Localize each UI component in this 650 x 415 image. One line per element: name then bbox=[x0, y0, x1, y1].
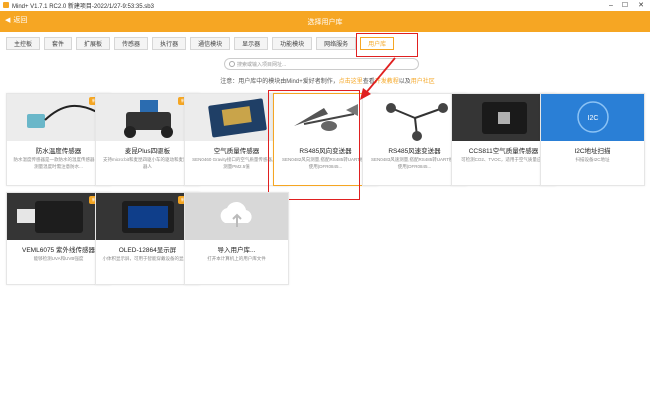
card-name: 麦昆Plus四驱板 bbox=[124, 148, 171, 155]
tab-expansion[interactable]: 扩展板 bbox=[76, 37, 111, 50]
tab-communication[interactable]: 通信模块 bbox=[190, 37, 231, 50]
search-placeholder: 搜索或输入项目网址... bbox=[237, 61, 287, 68]
i2c-circle-icon: I2C bbox=[577, 101, 609, 133]
highlight-box-card bbox=[268, 90, 360, 200]
card-desc: 支持micro:bit和麦昆四驱小车的驱动和麦昆机器人 bbox=[102, 157, 192, 169]
card-desc: 可检测CO2、TVOC，适用于空气质量应用 bbox=[461, 157, 546, 162]
close-icon[interactable]: ✕ bbox=[634, 0, 648, 10]
card-image bbox=[185, 193, 288, 240]
library-card-i2c-scan[interactable]: I2C I2C地址扫描 扫描设备I2C地址 bbox=[540, 93, 645, 186]
card-name: I2C地址扫描 bbox=[574, 148, 611, 155]
card-name: 防水温度传感器 bbox=[35, 148, 82, 155]
card-name: 导入用户库... bbox=[217, 247, 256, 254]
tab-function[interactable]: 功能模块 bbox=[272, 37, 313, 50]
card-desc: 防水温度传感器是一款防水的温度传感器，在测量温度时需注意防水... bbox=[13, 157, 104, 169]
card-desc: 能够检测UVA和UVB强度 bbox=[33, 256, 84, 261]
card-desc: 扫描设备I2C地址 bbox=[575, 157, 610, 162]
library-card-import[interactable]: 导入用户库... 打开本计算机上的用户库文件 bbox=[184, 192, 289, 285]
window-title: Mind+ V1.7.1 RC2.0 新建项目-2022/1/27-9:53:3… bbox=[12, 3, 154, 10]
tab-kits[interactable]: 套件 bbox=[44, 37, 73, 50]
card-desc: 打开本计算机上的用户库文件 bbox=[207, 256, 266, 261]
card-image: I2C bbox=[541, 94, 644, 141]
tab-mainboard[interactable]: 主控板 bbox=[6, 37, 41, 50]
category-tabs: 主控板 套件 扩展板 传感器 执行器 通信模块 显示器 功能模块 网络服务 用户… bbox=[6, 37, 395, 50]
cloud-upload-icon bbox=[220, 201, 252, 227]
tab-network[interactable]: 网络服务 bbox=[316, 37, 357, 50]
notice-and: 以及 bbox=[398, 79, 411, 85]
card-name: CCS811空气质量传感器 bbox=[468, 148, 539, 155]
card-name: OLED-12864显示屏 bbox=[118, 247, 177, 254]
notice-text: 注意：用户库中的模块由Mind+爱好者制作，点击这里查看开发教程以及用户社区 bbox=[150, 76, 505, 85]
tab-actuators[interactable]: 执行器 bbox=[152, 37, 187, 50]
svg-text:I2C: I2C bbox=[588, 115, 599, 122]
app-logo-icon bbox=[3, 2, 9, 8]
card-name: RS485风速变送器 bbox=[388, 148, 441, 155]
minimize-icon[interactable]: – bbox=[604, 0, 618, 10]
page-title: 选择用户库 bbox=[307, 19, 343, 26]
card-desc: 小体积显示屏，可用于智能穿戴设备的显示器 bbox=[102, 256, 193, 261]
card-desc: SEN0483风速测量,搭配RS485转UART模块使用(DFR0845... bbox=[371, 157, 458, 169]
notice-prefix: 注意：用户库中的模块由Mind+爱好者制作， bbox=[220, 79, 339, 85]
tab-sensors[interactable]: 传感器 bbox=[114, 37, 149, 50]
tab-display[interactable]: 显示器 bbox=[234, 37, 269, 50]
card-name: VEML6075 紫外线传感器 bbox=[22, 247, 95, 254]
notice-link-community[interactable]: 用户社区 bbox=[411, 79, 435, 85]
search-icon bbox=[229, 61, 235, 67]
maximize-icon[interactable]: ☐ bbox=[618, 0, 632, 10]
library-header: ◀ 返回 选择用户库 bbox=[0, 11, 650, 32]
window-titlebar: Mind+ V1.7.1 RC2.0 新建项目-2022/1/27-9:53:3… bbox=[0, 0, 650, 10]
annotation-arrow-icon bbox=[360, 57, 396, 100]
